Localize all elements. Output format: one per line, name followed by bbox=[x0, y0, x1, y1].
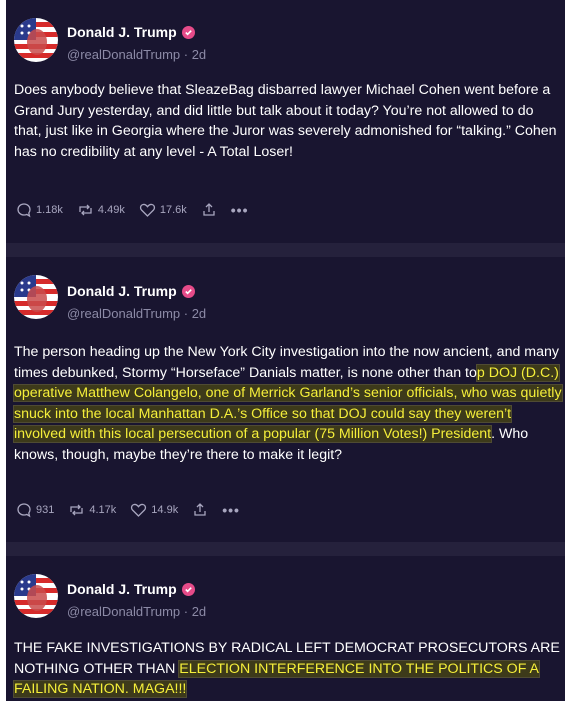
comment-icon bbox=[17, 503, 31, 518]
like-button[interactable]: 14.9k bbox=[130, 502, 178, 518]
author-name-text[interactable]: Donald J. Trump bbox=[67, 581, 177, 597]
reply-count: 931 bbox=[36, 504, 55, 516]
more-icon[interactable]: ••• bbox=[222, 502, 240, 518]
avatar[interactable] bbox=[14, 18, 58, 62]
share-icon bbox=[203, 203, 215, 216]
post-text-plain: Does anybody believe that SleazeBag disb… bbox=[14, 82, 557, 160]
like-count: 14.9k bbox=[151, 504, 179, 516]
author-name[interactable]: Donald J. Trump bbox=[67, 581, 195, 597]
author-handle[interactable]: @realDonaldTrump · 2d bbox=[67, 47, 206, 62]
avatar[interactable] bbox=[14, 275, 58, 319]
author-name[interactable]: Donald J. Trump bbox=[67, 24, 195, 40]
post-actions: 1.18k 4.49k 17.6k ••• bbox=[16, 202, 262, 218]
heart-icon bbox=[139, 203, 155, 217]
heart-icon bbox=[131, 503, 147, 517]
repost-count: 4.49k bbox=[97, 204, 125, 216]
post-text: Does anybody believe that SleazeBag disb… bbox=[14, 80, 564, 162]
repost-count: 4.17k bbox=[89, 504, 117, 516]
share-icon bbox=[194, 503, 206, 516]
verified-icon bbox=[181, 25, 195, 39]
repost-icon bbox=[70, 504, 84, 516]
post-text: THE FAKE INVESTIGATIONS BY RADICAL LEFT … bbox=[12, 638, 564, 700]
reply-button[interactable]: 1.18k bbox=[16, 202, 63, 218]
author-name[interactable]: Donald J. Trump bbox=[67, 283, 195, 299]
reply-button[interactable]: 931 bbox=[16, 502, 54, 518]
author-name-text[interactable]: Donald J. Trump bbox=[67, 24, 177, 40]
repost-button[interactable]: 4.49k bbox=[77, 202, 125, 218]
post-text: The person heading up the New York City … bbox=[13, 342, 564, 465]
verified-icon bbox=[181, 582, 195, 596]
repost-icon bbox=[79, 204, 92, 216]
like-button[interactable]: 17.6k bbox=[139, 202, 187, 218]
like-count: 17.6k bbox=[159, 204, 187, 216]
verified-icon bbox=[181, 284, 195, 298]
post: Donald J. Trump @realDonaldTrump · 2d TH… bbox=[6, 556, 565, 701]
post: Donald J. Trump @realDonaldTrump · 2d Th… bbox=[6, 257, 565, 542]
share-button[interactable] bbox=[192, 502, 208, 518]
post-actions: 931 4.17k 14.9k ••• bbox=[16, 502, 254, 518]
comment-icon bbox=[17, 203, 31, 218]
post: Donald J. Trump @realDonaldTrump · 2d Do… bbox=[6, 0, 565, 243]
feed: Donald J. Trump @realDonaldTrump · 2d Do… bbox=[6, 0, 565, 701]
author-handle[interactable]: @realDonaldTrump · 2d bbox=[67, 306, 206, 321]
share-button[interactable] bbox=[201, 202, 217, 218]
avatar[interactable] bbox=[14, 574, 58, 618]
author-name-text[interactable]: Donald J. Trump bbox=[67, 283, 177, 299]
more-icon[interactable]: ••• bbox=[231, 202, 249, 218]
repost-button[interactable]: 4.17k bbox=[68, 502, 116, 518]
reply-count: 1.18k bbox=[36, 204, 63, 216]
author-handle[interactable]: @realDonaldTrump · 2d bbox=[67, 604, 206, 619]
